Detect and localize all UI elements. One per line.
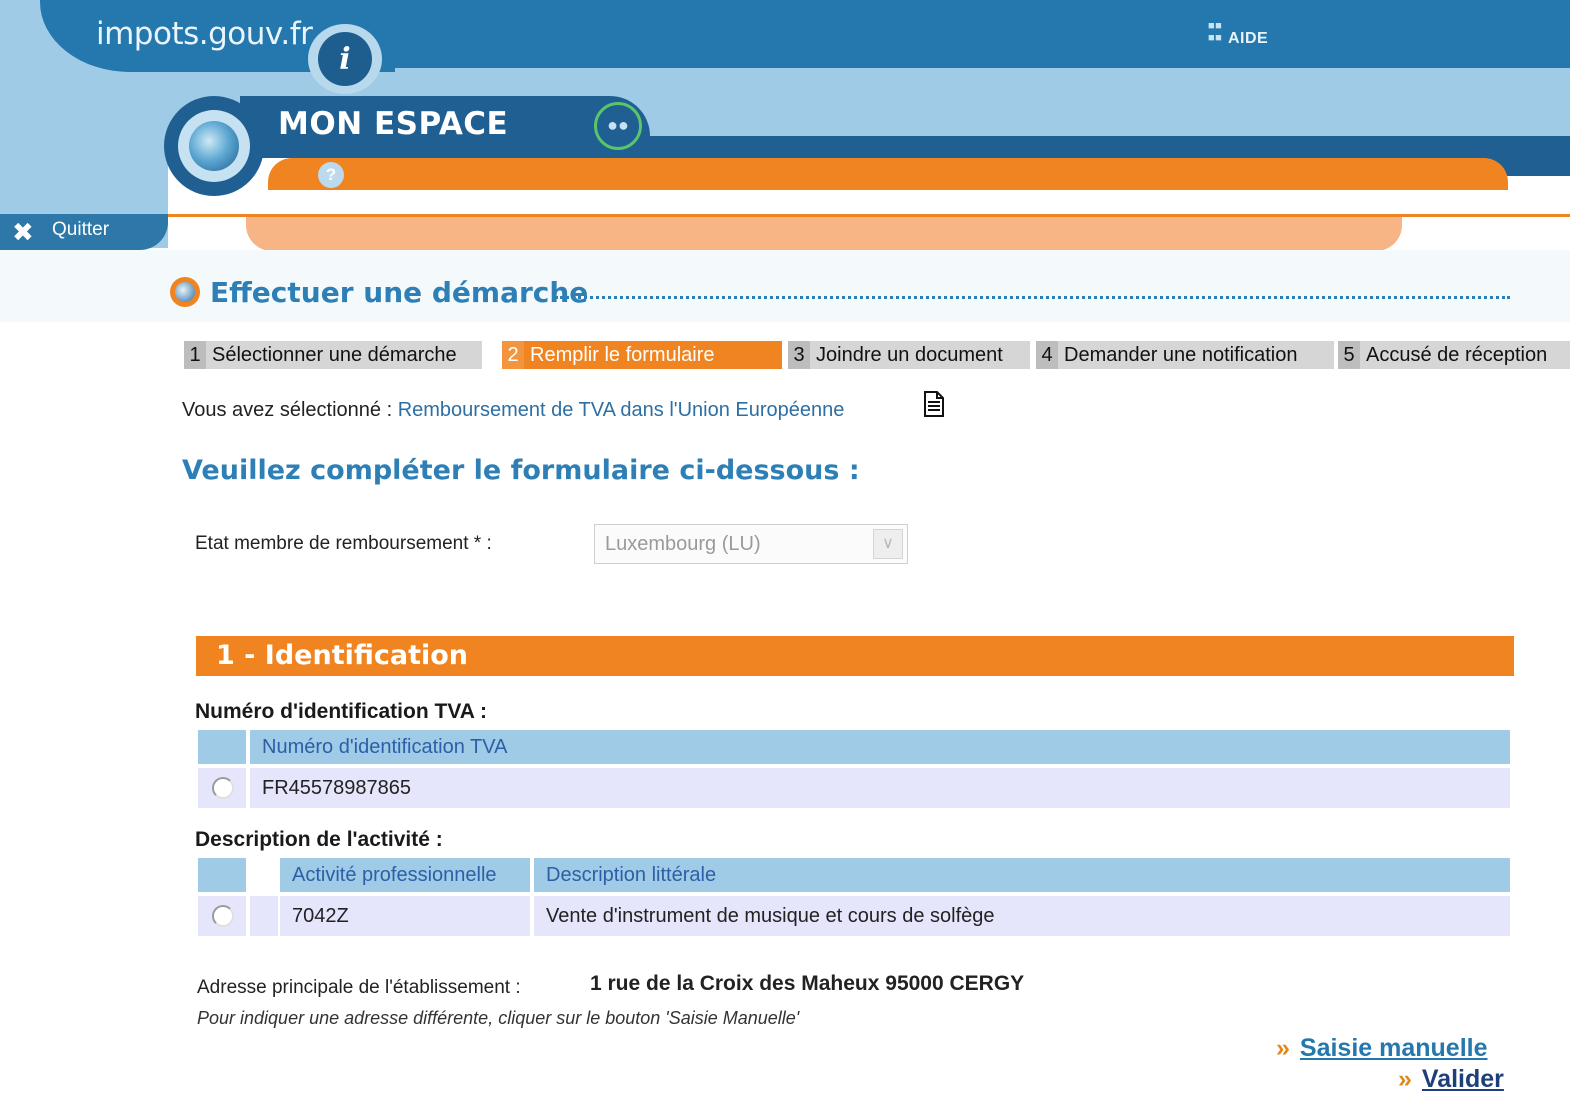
table-header: Description littérale [534,858,1510,892]
etat-membre-value: Luxembourg (LU) [605,533,761,555]
valider-link[interactable]: » Valider [1398,1065,1504,1094]
help-icon[interactable]: ? [318,162,344,188]
activity-radio[interactable] [212,905,234,927]
step-5: 5 Accusé de réception [1338,341,1570,369]
table-gap [250,858,278,892]
step-number: 1 [184,341,206,369]
aide-link[interactable]: ■■ ■■ AIDE [1208,20,1268,48]
menu-bar [268,158,1508,190]
table-cell: Vente d'instrument de musique et cours d… [534,896,1510,936]
brand-name[interactable]: impots.gouv.fr [96,16,313,52]
grid-dots-icon: ■■ ■■ [1208,20,1223,44]
address-hint: Pour indiquer une adresse différente, cl… [197,1008,800,1028]
step-label: Accusé de réception [1360,341,1570,369]
espace-title: MON ESPACE [278,106,509,142]
form-heading: Veuillez compléter le formulaire ci-dess… [182,455,860,486]
section-title: 1 - Identification [216,640,469,671]
title-dotted-rule [555,296,1510,299]
step-1: 1 Sélectionner une démarche [184,341,482,369]
etat-membre-label: Etat membre de remboursement * : [195,533,492,554]
submenu-bar [246,217,1402,251]
step-2-active: 2 Remplir le formulaire [502,341,782,369]
tva-label: Numéro d'identification TVA : [195,700,487,723]
quitter-label[interactable]: Quitter [52,219,109,241]
close-icon[interactable]: ✖ [12,219,34,245]
chevron-right-icon: » [1398,1065,1412,1093]
address-value: 1 rue de la Croix des Maheux 95000 CERGY [590,972,1025,995]
step-4: 4 Demander une notification [1036,341,1334,369]
step-label: Joindre un document [810,341,1030,369]
table-gap [250,896,278,936]
page-title: Effectuer une démarche [210,276,589,309]
valider-label[interactable]: Valider [1422,1065,1504,1093]
selection-prefix: Vous avez sélectionné : [182,399,398,421]
brand-logo-icon[interactable]: i [308,24,382,94]
table-header-select [198,730,246,764]
table-cell: 7042Z [280,896,530,936]
tva-radio[interactable] [212,777,234,799]
etat-membre-select[interactable]: Luxembourg (LU) ∨ [594,524,908,564]
step-number: 2 [502,341,524,369]
section-header: 1 - Identification [196,636,1514,676]
step-label: Demander une notification [1058,341,1334,369]
table-header-select [198,858,246,892]
globe-bullet-icon [170,277,200,307]
address-label: Adresse principale de l'établissement : [197,977,521,998]
saisie-manuelle-label[interactable]: Saisie manuelle [1300,1034,1488,1062]
chevron-down-icon[interactable]: ∨ [873,529,903,559]
step-label: Remplir le formulaire [524,341,782,369]
aide-label: AIDE [1228,30,1269,47]
globe-icon [164,96,264,196]
saisie-manuelle-link[interactable]: » Saisie manuelle [1276,1034,1488,1063]
brand-logo-glyph: i [318,32,372,86]
step-number: 3 [788,341,810,369]
table-header: Activité professionnelle [280,858,530,892]
selection-value: Remboursement de TVA dans l'Union Europé… [397,399,845,421]
step-3: 3 Joindre un document [788,341,1030,369]
document-icon[interactable] [924,391,944,417]
selection-line: Vous avez sélectionné : Remboursement de… [182,399,844,422]
espace-badge-icon: ●● [594,102,642,150]
step-label: Sélectionner une démarche [206,341,482,369]
step-number: 4 [1036,341,1058,369]
activity-label: Description de l'activité : [195,828,443,851]
chevron-right-icon: » [1276,1034,1290,1062]
table-header: Numéro d'identification TVA [250,730,1510,764]
step-number: 5 [1338,341,1360,369]
table-cell: FR45578987865 [250,768,1510,808]
